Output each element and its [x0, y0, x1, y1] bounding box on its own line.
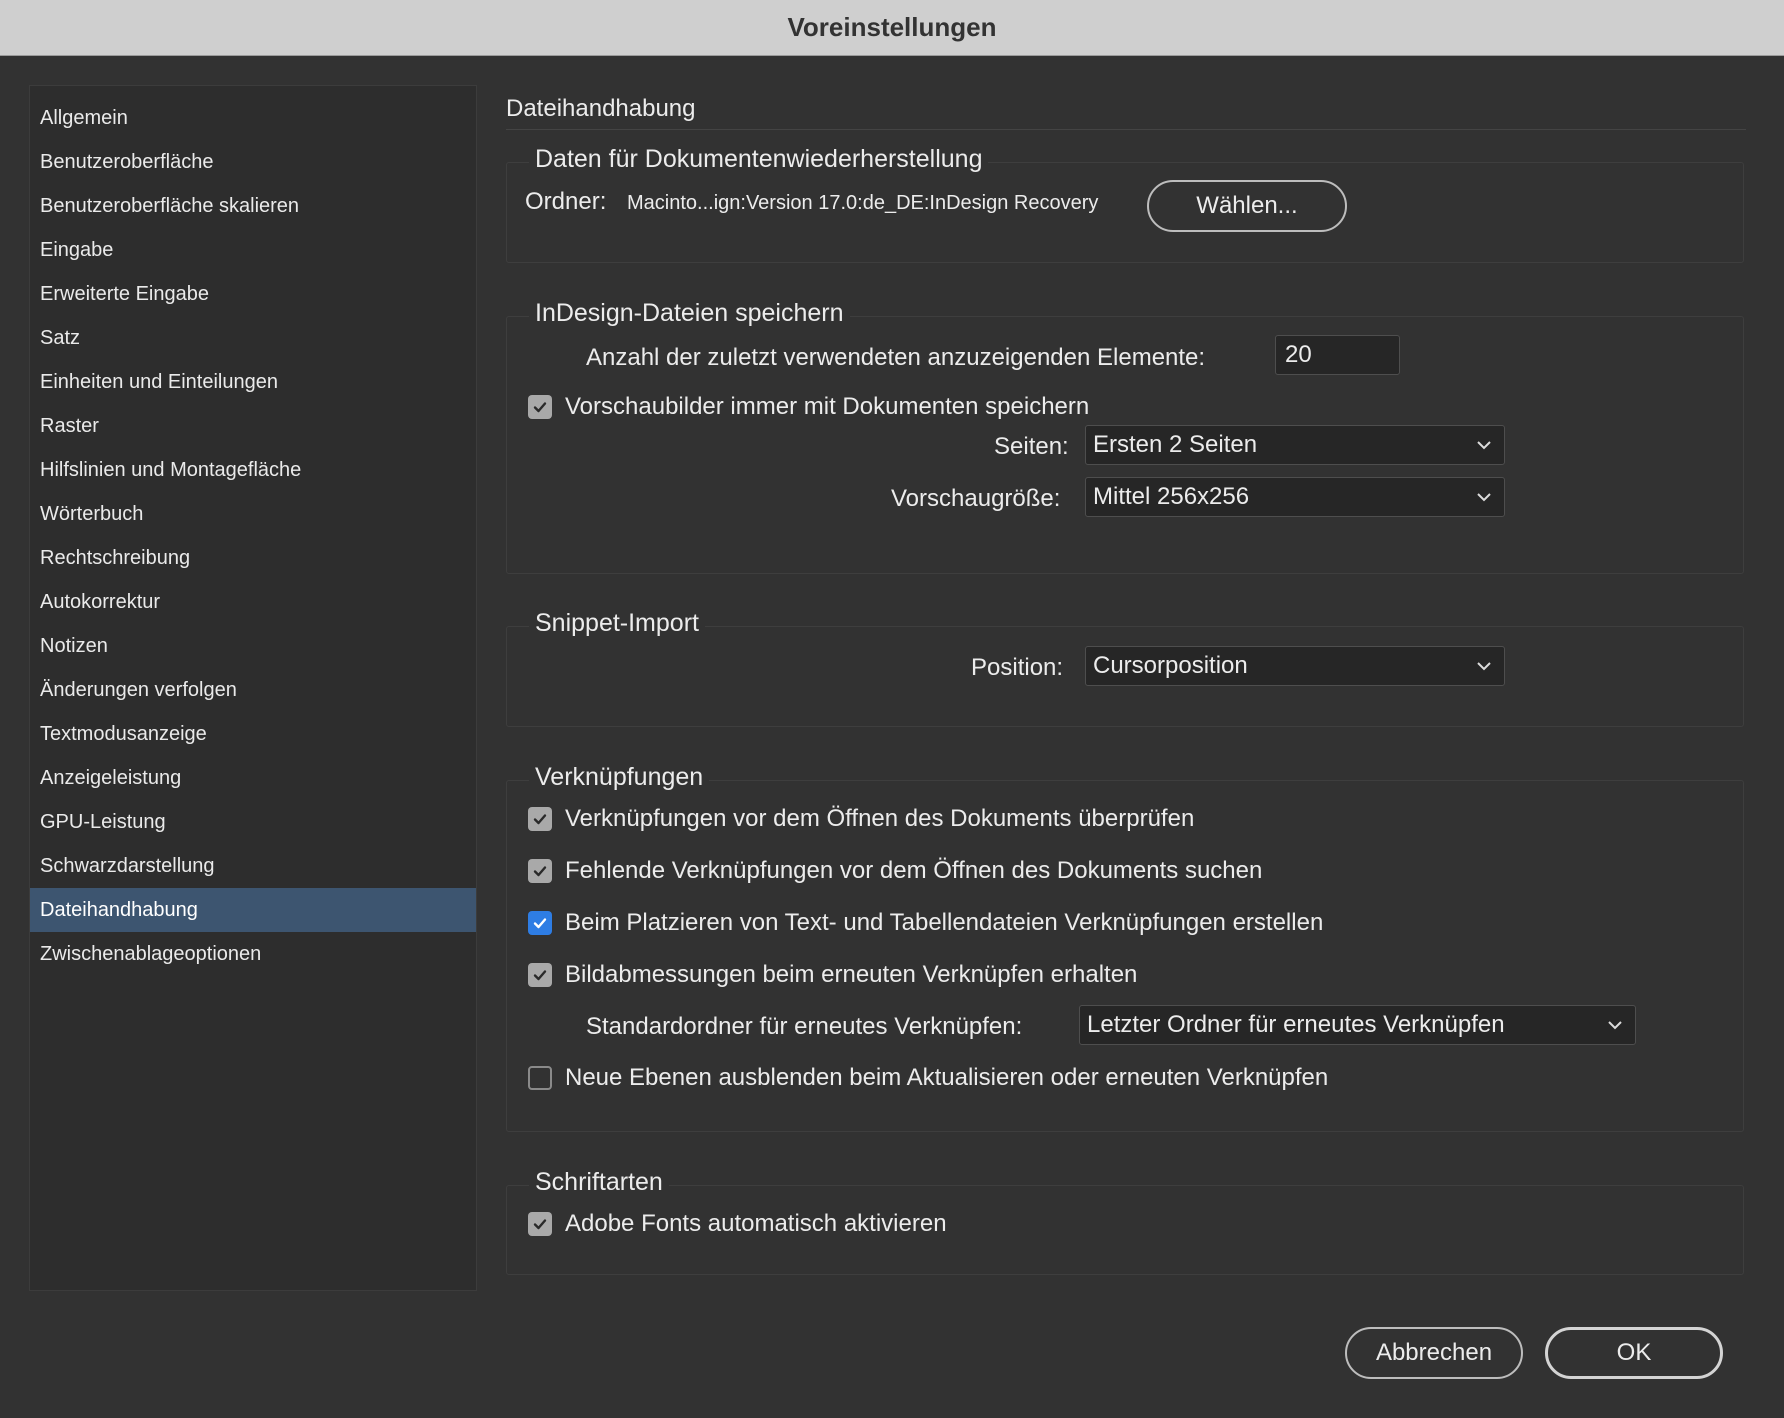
page-title: Dateihandhabung — [506, 95, 696, 122]
sidebar-item-allgemein[interactable]: Allgemein — [30, 96, 476, 140]
preview-size-label: Vorschaugröße: — [891, 485, 1061, 512]
find-missing-row[interactable]: Fehlende Verknüpfungen vor dem Öffnen de… — [528, 857, 1262, 885]
sidebar-item-textmodusanzeige[interactable]: Textmodusanzeige — [30, 712, 476, 756]
folder-label: Ordner: — [525, 188, 607, 215]
sidebar-item-rechtschreibung[interactable]: Rechtschreibung — [30, 536, 476, 580]
choose-folder-button[interactable]: Wählen... — [1147, 180, 1347, 232]
recovery-group-title: Daten für Dokumentenwiederherstellung — [529, 145, 989, 174]
create-links-label: Beim Platzieren von Text- und Tabellenda… — [565, 909, 1324, 936]
sidebar-item-dateihandhabung[interactable]: Dateihandhabung — [30, 888, 476, 932]
fonts-group-title: Schriftarten — [529, 1168, 669, 1197]
ok-button[interactable]: OK — [1545, 1327, 1723, 1379]
pages-select[interactable]: Ersten 2 Seiten — [1085, 425, 1505, 465]
pages-label: Seiten: — [994, 433, 1069, 460]
preview-size-select[interactable]: Mittel 256x256 — [1085, 477, 1505, 517]
auto-activate-fonts-checkbox[interactable] — [528, 1212, 552, 1236]
checkmark-icon — [533, 814, 547, 825]
create-links-row[interactable]: Beim Platzieren von Text- und Tabellenda… — [528, 909, 1323, 937]
sidebar-item-notizen[interactable]: Notizen — [30, 624, 476, 668]
sidebar-item-schwarzdarstellung[interactable]: Schwarzdarstellung — [30, 844, 476, 888]
pages-select-value: Ersten 2 Seiten — [1093, 431, 1258, 458]
preserve-dimensions-row[interactable]: Bildabmessungen beim erneuten Verknüpfen… — [528, 961, 1137, 989]
hide-layers-label: Neue Ebenen ausblenden beim Aktualisiere… — [565, 1064, 1329, 1091]
checkmark-icon — [533, 866, 547, 877]
save-group-title: InDesign-Dateien speichern — [529, 299, 850, 328]
title-bar: Voreinstellungen — [0, 0, 1784, 56]
hide-layers-row[interactable]: Neue Ebenen ausblenden beim Aktualisiere… — [528, 1064, 1328, 1092]
create-links-checkbox[interactable] — [528, 911, 552, 935]
sidebar-item-einheiten[interactable]: Einheiten und Einteilungen — [30, 360, 476, 404]
position-label: Position: — [971, 654, 1064, 681]
sidebar-item-eingabe[interactable]: Eingabe — [30, 228, 476, 272]
fonts-group: Schriftarten Adobe Fonts automatisch akt… — [506, 1168, 1744, 1275]
preferences-sidebar: Allgemein Benutzeroberfläche Benutzerobe… — [29, 85, 477, 1291]
position-select[interactable]: Cursorposition — [1085, 646, 1505, 686]
chevron-down-icon — [1477, 662, 1491, 671]
check-links-row[interactable]: Verknüpfungen vor dem Öffnen des Dokumen… — [528, 805, 1194, 833]
sidebar-item-benutzeroberflaeche[interactable]: Benutzeroberfläche — [30, 140, 476, 184]
sidebar-item-anzeigeleistung[interactable]: Anzeigeleistung — [30, 756, 476, 800]
recovery-group: Daten für Dokumentenwiederherstellung Or… — [506, 145, 1744, 263]
preserve-dimensions-label: Bildabmessungen beim erneuten Verknüpfen… — [565, 961, 1138, 988]
save-previews-checkbox[interactable] — [528, 395, 552, 419]
default-folder-select[interactable]: Letzter Ordner für erneutes Verknüpfen — [1079, 1005, 1636, 1045]
title-divider — [506, 129, 1746, 130]
find-missing-label: Fehlende Verknüpfungen vor dem Öffnen de… — [565, 857, 1263, 884]
chevron-down-icon — [1477, 441, 1491, 450]
checkmark-icon — [533, 1219, 547, 1230]
checkmark-icon — [533, 970, 547, 981]
snippet-group: Snippet-Import Position: Cursorposition — [506, 609, 1744, 727]
sidebar-item-satz[interactable]: Satz — [30, 316, 476, 360]
position-select-value: Cursorposition — [1093, 652, 1248, 679]
sidebar-item-raster[interactable]: Raster — [30, 404, 476, 448]
checkmark-icon — [533, 402, 547, 413]
find-missing-checkbox[interactable] — [528, 859, 552, 883]
check-links-checkbox[interactable] — [528, 807, 552, 831]
chevron-down-icon — [1477, 493, 1491, 502]
sidebar-item-gpu-leistung[interactable]: GPU-Leistung — [30, 800, 476, 844]
preview-size-value: Mittel 256x256 — [1093, 483, 1250, 510]
sidebar-item-hilfslinien[interactable]: Hilfslinien und Montagefläche — [30, 448, 476, 492]
preserve-dimensions-checkbox[interactable] — [528, 963, 552, 987]
sidebar-item-aenderungen-verfolgen[interactable]: Änderungen verfolgen — [30, 668, 476, 712]
default-folder-value: Letzter Ordner für erneutes Verknüpfen — [1087, 1011, 1505, 1038]
cancel-button[interactable]: Abbrechen — [1345, 1327, 1523, 1379]
links-group-title: Verknüpfungen — [529, 763, 710, 792]
links-group: Verknüpfungen Verknüpfungen vor dem Öffn… — [506, 763, 1744, 1132]
save-previews-label: Vorschaubilder immer mit Dokumenten spei… — [565, 393, 1090, 420]
auto-activate-fonts-label: Adobe Fonts automatisch aktivieren — [565, 1210, 947, 1237]
sidebar-item-autokorrektur[interactable]: Autokorrektur — [30, 580, 476, 624]
hide-layers-checkbox[interactable] — [528, 1066, 552, 1090]
snippet-group-title: Snippet-Import — [529, 609, 705, 638]
check-links-label: Verknüpfungen vor dem Öffnen des Dokumen… — [565, 805, 1195, 832]
recent-items-label: Anzahl der zuletzt verwendeten anzuzeige… — [586, 344, 1206, 371]
sidebar-item-benutzeroberflaeche-skalieren[interactable]: Benutzeroberfläche skalieren — [30, 184, 476, 228]
checkmark-icon — [533, 918, 547, 929]
auto-activate-fonts-row[interactable]: Adobe Fonts automatisch aktivieren — [528, 1210, 947, 1238]
folder-path: Macinto...ign:Version 17.0:de_DE:InDesig… — [627, 192, 1099, 214]
window-title: Voreinstellungen — [787, 12, 997, 42]
sidebar-item-erweiterte-eingabe[interactable]: Erweiterte Eingabe — [30, 272, 476, 316]
sidebar-item-woerterbuch[interactable]: Wörterbuch — [30, 492, 476, 536]
default-folder-label: Standardordner für erneutes Verknüpfen: — [586, 1013, 1023, 1040]
sidebar-item-zwischenablageoptionen[interactable]: Zwischenablageoptionen — [30, 932, 476, 976]
save-group: InDesign-Dateien speichern Anzahl der zu… — [506, 299, 1744, 574]
save-previews-row[interactable]: Vorschaubilder immer mit Dokumenten spei… — [528, 393, 1089, 421]
recent-items-field[interactable]: 20 — [1275, 335, 1400, 375]
chevron-down-icon — [1608, 1021, 1622, 1030]
